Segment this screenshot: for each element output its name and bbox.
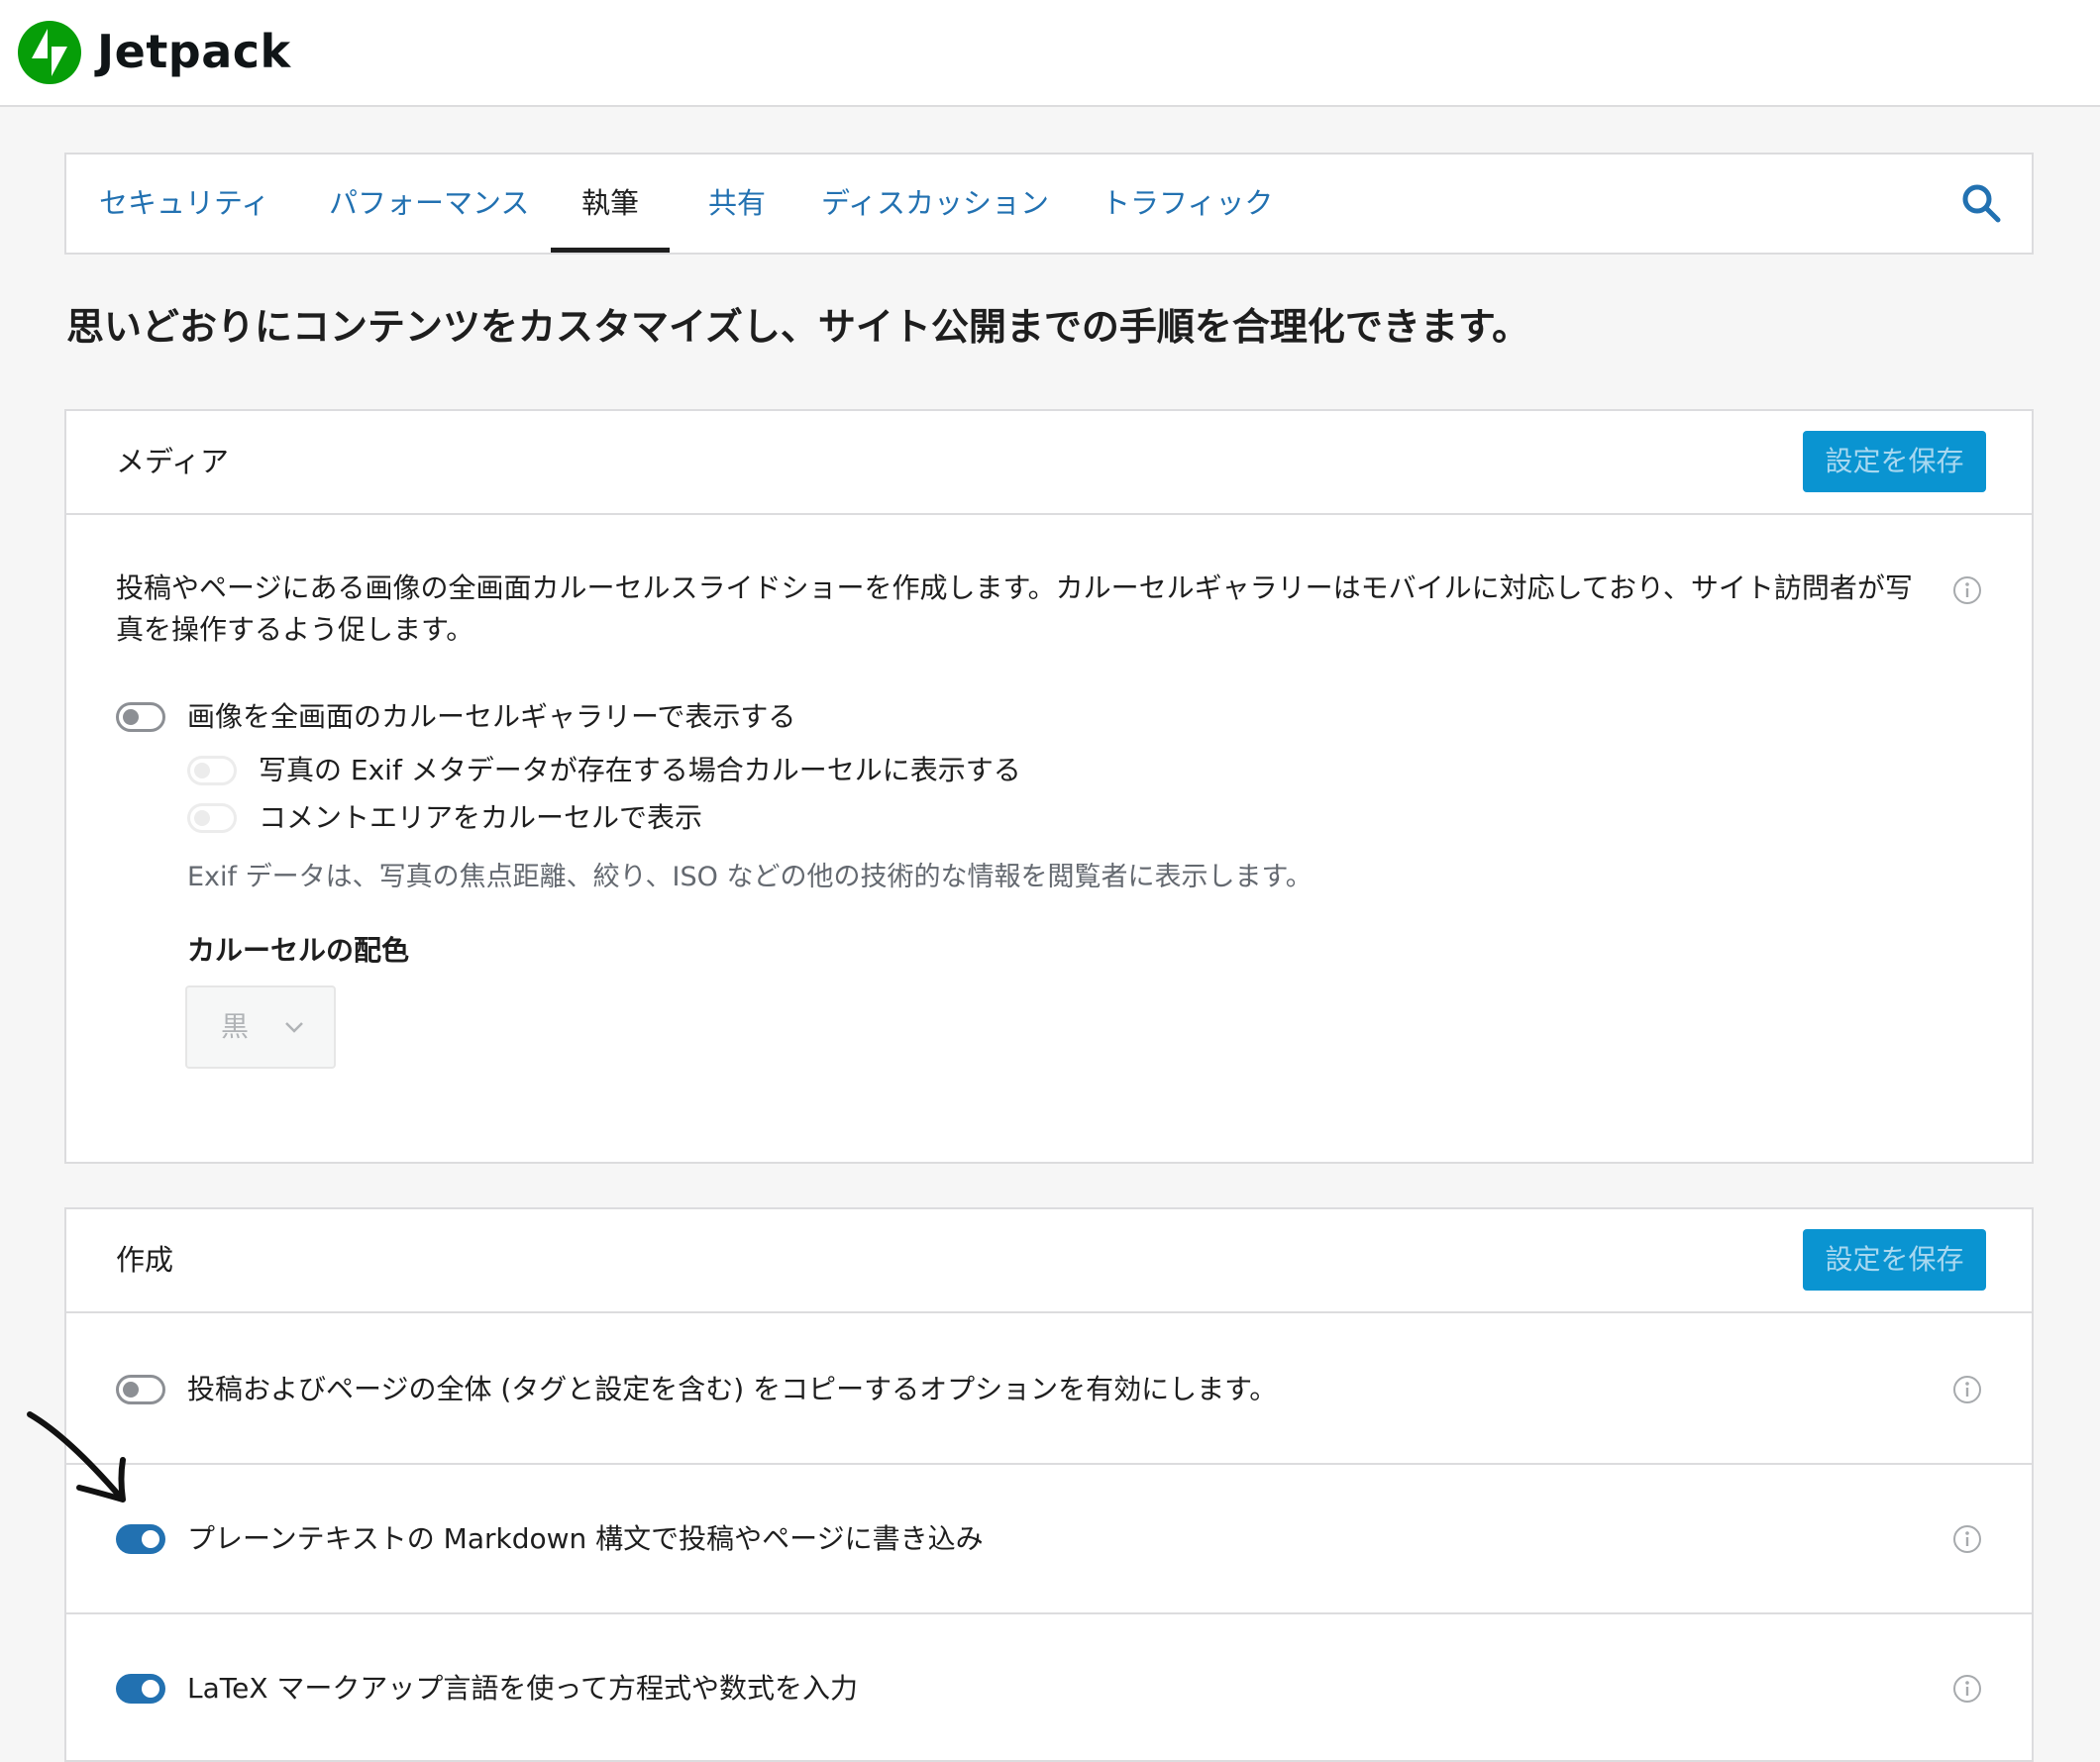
latex-toggle[interactable] xyxy=(116,1674,165,1704)
app-logo-text: Jetpack xyxy=(97,25,291,78)
carousel-color-select[interactable]: 黒 xyxy=(185,985,336,1069)
exif-toggle[interactable] xyxy=(187,756,237,785)
copy-post-toggle[interactable] xyxy=(116,1375,165,1404)
row-divider xyxy=(66,1612,2032,1614)
tab-discussion[interactable]: ディスカッション xyxy=(821,155,1049,253)
toggle-knob xyxy=(142,1530,159,1548)
section-nav: セキュリティ パフォーマンス 執筆 共有 ディスカッション トラフィック xyxy=(64,153,2034,255)
info-icon[interactable] xyxy=(1951,1374,1983,1405)
toggle-knob xyxy=(194,763,210,778)
markdown-toggle[interactable] xyxy=(116,1524,165,1554)
tab-security[interactable]: セキュリティ xyxy=(99,155,269,253)
carousel-toggle-label: 画像を全画面のカルーセルギャラリーで表示する xyxy=(187,700,796,733)
tab-writing[interactable]: 執筆 xyxy=(551,155,670,253)
info-icon[interactable] xyxy=(1951,1673,1983,1705)
markdown-label: プレーンテキストの Markdown 構文で投稿やページに書き込み xyxy=(187,1522,984,1555)
compose-card: 作成 設定を保存 投稿およびページの全体 (タグと設定を含む) をコピーするオプ… xyxy=(64,1207,2034,1762)
info-icon[interactable] xyxy=(1951,574,1983,606)
compose-card-title: 作成 xyxy=(116,1243,174,1277)
media-card-header: メディア 設定を保存 xyxy=(66,411,2032,515)
info-icon[interactable] xyxy=(1951,1523,1983,1555)
toggle-knob xyxy=(123,1382,139,1398)
select-value: 黒 xyxy=(221,1010,250,1043)
comments-toggle-label: コメントエリアをカルーセルで表示 xyxy=(259,801,703,834)
exif-toggle-label: 写真の Exif メタデータが存在する場合カルーセルに表示する xyxy=(259,754,1021,786)
latex-label: LaTeX マークアップ言語を使って方程式や数式を入力 xyxy=(187,1672,859,1705)
toggle-knob xyxy=(194,810,210,826)
tab-sharing[interactable]: 共有 xyxy=(702,155,772,253)
row-divider xyxy=(66,1463,2032,1465)
annotation-arrow-icon xyxy=(27,1411,126,1503)
media-card-title: メディア xyxy=(116,445,229,478)
media-card: メディア 設定を保存 投稿やページにある画像の全画面カルーセルスライドショーを作… xyxy=(64,409,2034,1164)
media-description: 投稿やページにある画像の全画面カルーセルスライドショーを作成します。カルーセルギ… xyxy=(116,571,1913,646)
exif-help-text: Exif データは、写真の焦点距離、絞り、ISO などの他の技術的な情報を閲覧者… xyxy=(187,862,1312,892)
carousel-color-label: カルーセルの配色 xyxy=(187,934,410,967)
search-icon[interactable] xyxy=(1959,181,2003,225)
tab-traffic[interactable]: トラフィック xyxy=(1102,155,1273,253)
copy-post-label: 投稿およびページの全体 (タグと設定を含む) をコピーするオプションを有効にしま… xyxy=(187,1373,1278,1405)
chevron-down-icon xyxy=(285,1022,303,1033)
compose-save-button[interactable]: 設定を保存 xyxy=(1803,1229,1986,1291)
comments-toggle[interactable] xyxy=(187,803,237,833)
toggle-knob xyxy=(123,709,139,725)
carousel-toggle[interactable] xyxy=(116,702,165,732)
compose-card-header: 作成 設定を保存 xyxy=(66,1209,2032,1313)
media-save-button[interactable]: 設定を保存 xyxy=(1803,431,1986,492)
tab-performance[interactable]: パフォーマンス xyxy=(329,155,529,253)
jetpack-logo-icon xyxy=(18,21,81,84)
toggle-knob xyxy=(142,1680,159,1698)
page-headline: 思いどおりにコンテンツをカスタマイズし、サイト公開までの手順を合理化できます。 xyxy=(66,305,1530,349)
top-bar: Jetpack xyxy=(0,0,2100,107)
